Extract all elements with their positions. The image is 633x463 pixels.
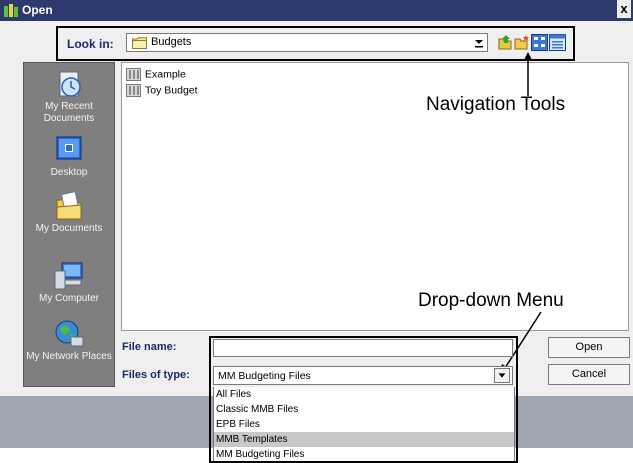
details-view-icon[interactable] xyxy=(549,34,566,51)
filetype-label: Files of type: xyxy=(122,369,190,381)
place-my-recent-documents[interactable]: My Recent Documents xyxy=(24,69,114,125)
up-folder-icon[interactable] xyxy=(497,34,514,51)
places-bar: My Recent Documents Desktop My Documents xyxy=(23,62,115,387)
place-desktop[interactable]: Desktop xyxy=(24,135,114,179)
budget-file-icon xyxy=(126,68,141,81)
title-bar[interactable]: Open x xyxy=(0,0,633,21)
cancel-button[interactable]: Cancel xyxy=(548,364,630,385)
nav-tools-annotation: Navigation Tools xyxy=(426,94,566,115)
place-my-computer[interactable]: My Computer xyxy=(24,261,114,305)
list-view-icon[interactable] xyxy=(531,34,548,51)
network-places-icon xyxy=(55,320,84,347)
folder-icon xyxy=(132,37,147,49)
list-item[interactable]: Toy Budget xyxy=(126,84,198,98)
my-documents-icon xyxy=(56,191,82,220)
my-computer-icon xyxy=(54,262,83,290)
close-icon[interactable]: x xyxy=(617,0,631,18)
lookin-value: Budgets xyxy=(151,36,192,48)
recent-documents-icon xyxy=(59,71,81,97)
place-my-network-places[interactable]: My Network Places xyxy=(24,319,114,363)
lookin-dropdown[interactable]: Budgets xyxy=(126,33,488,52)
dropdown-highlight xyxy=(209,336,518,463)
lookin-label: Look in: xyxy=(67,37,114,51)
dropdown-annotation: Drop-down Menu xyxy=(418,290,564,311)
filename-label: File name: xyxy=(122,341,177,353)
desktop-icon xyxy=(56,136,82,160)
budget-file-icon xyxy=(126,84,141,97)
list-item[interactable]: Example xyxy=(126,68,186,82)
navigation-toolbar xyxy=(497,33,569,52)
place-my-documents[interactable]: My Documents xyxy=(24,191,114,235)
app-icon xyxy=(4,4,18,17)
open-button[interactable]: Open xyxy=(548,337,630,358)
new-folder-icon[interactable] xyxy=(514,34,531,51)
window-title: Open xyxy=(22,3,53,17)
chevron-down-icon[interactable] xyxy=(474,37,484,48)
